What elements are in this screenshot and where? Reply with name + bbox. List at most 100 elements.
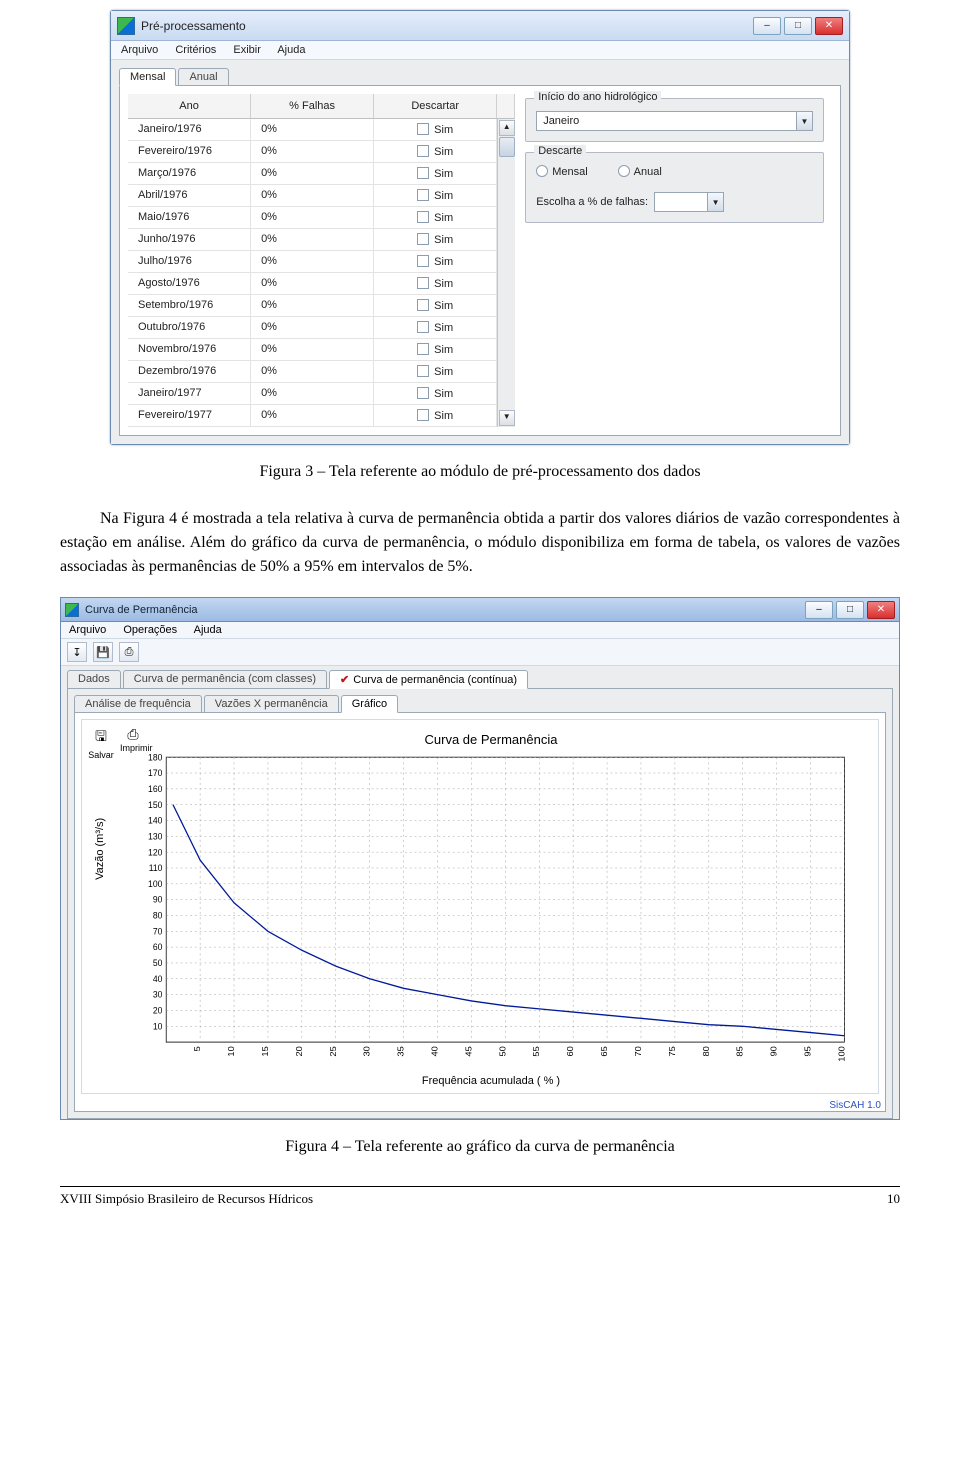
menubar: Arquivo Critérios Exibir Ajuda bbox=[111, 41, 849, 60]
table-cell-pct: 0% bbox=[251, 185, 374, 207]
scrollbar[interactable]: ▲▼ bbox=[497, 119, 515, 427]
tab-dados[interactable]: Dados bbox=[67, 670, 121, 689]
menu-arquivo[interactable]: Arquivo bbox=[69, 624, 106, 636]
checkbox-icon[interactable] bbox=[417, 189, 429, 201]
window-title: Pré-processamento bbox=[141, 19, 753, 33]
menu-operacoes[interactable]: Operações bbox=[123, 624, 177, 636]
svg-text:80: 80 bbox=[701, 1046, 711, 1056]
checkbox-icon[interactable] bbox=[417, 145, 429, 157]
table-cell-discard[interactable]: Sim bbox=[374, 405, 497, 427]
minimize-button[interactable]: – bbox=[805, 601, 833, 619]
table-cell-discard[interactable]: Sim bbox=[374, 163, 497, 185]
checkbox-icon[interactable] bbox=[417, 299, 429, 311]
table-cell-discard[interactable]: Sim bbox=[374, 273, 497, 295]
radio-anual[interactable]: Anual bbox=[618, 165, 662, 178]
tab-mensal[interactable]: Mensal bbox=[119, 68, 176, 86]
svg-text:100: 100 bbox=[148, 879, 162, 889]
col-ano[interactable]: Ano bbox=[128, 94, 251, 119]
table-cell-discard[interactable]: Sim bbox=[374, 361, 497, 383]
menu-ajuda[interactable]: Ajuda bbox=[277, 44, 305, 56]
minimize-button[interactable]: – bbox=[753, 17, 781, 35]
table-cell-pct: 0% bbox=[251, 207, 374, 229]
scroll-thumb[interactable] bbox=[499, 137, 515, 157]
table-cell-discard[interactable]: Sim bbox=[374, 317, 497, 339]
combo-mes-inicio[interactable]: Janeiro ▼ bbox=[536, 111, 813, 131]
checkbox-icon[interactable] bbox=[417, 211, 429, 223]
menu-arquivo[interactable]: Arquivo bbox=[121, 44, 158, 56]
table-cell-discard[interactable]: Sim bbox=[374, 119, 497, 141]
svg-text:40: 40 bbox=[153, 974, 163, 984]
table-cell-discard[interactable]: Sim bbox=[374, 251, 497, 273]
tool-print-icon[interactable]: ⎙ bbox=[119, 642, 139, 662]
table-cell-discard[interactable]: Sim bbox=[374, 141, 497, 163]
plot-save-button[interactable]: 🖫Salvar bbox=[88, 726, 114, 760]
tab-curva-continua[interactable]: Curva de permanência (contínua) bbox=[329, 670, 528, 689]
svg-text:50: 50 bbox=[153, 958, 163, 968]
svg-text:45: 45 bbox=[464, 1046, 474, 1056]
col-descartar[interactable]: Descartar bbox=[374, 94, 497, 119]
table-cell-pct: 0% bbox=[251, 141, 374, 163]
tab-vazoes-x-perm[interactable]: Vazões X permanência bbox=[204, 695, 339, 713]
footer-rule bbox=[60, 1186, 900, 1187]
tab-grafico[interactable]: Gráfico bbox=[341, 695, 398, 713]
checkbox-label: Sim bbox=[434, 124, 453, 136]
col-falhas[interactable]: % Falhas bbox=[251, 94, 374, 119]
menu-exibir[interactable]: Exibir bbox=[233, 44, 261, 56]
checkbox-icon[interactable] bbox=[417, 167, 429, 179]
tab-anual[interactable]: Anual bbox=[178, 68, 228, 86]
curve-window: Curva de Permanência – □ ✕ Arquivo Opera… bbox=[60, 597, 900, 1120]
checkbox-icon[interactable] bbox=[417, 277, 429, 289]
svg-text:25: 25 bbox=[328, 1046, 338, 1056]
preprocessing-window: Pré-processamento – □ ✕ Arquivo Critério… bbox=[110, 10, 850, 445]
toolbar: ↧ 💾 ⎙ bbox=[61, 639, 899, 666]
checkbox-icon[interactable] bbox=[417, 321, 429, 333]
table-cell-discard[interactable]: Sim bbox=[374, 383, 497, 405]
menu-ajuda[interactable]: Ajuda bbox=[194, 624, 222, 636]
checkbox-icon[interactable] bbox=[417, 343, 429, 355]
menu-criterios[interactable]: Critérios bbox=[175, 44, 216, 56]
checkbox-icon[interactable] bbox=[417, 365, 429, 377]
combo-pct-falhas[interactable]: ▼ bbox=[654, 192, 724, 212]
tab-curva-classes[interactable]: Curva de permanência (com classes) bbox=[123, 670, 327, 689]
scroll-up-icon[interactable]: ▲ bbox=[499, 120, 515, 136]
table-cell-discard[interactable]: Sim bbox=[374, 229, 497, 251]
maximize-button[interactable]: □ bbox=[836, 601, 864, 619]
checkbox-icon[interactable] bbox=[417, 255, 429, 267]
tool-exit-icon[interactable]: ↧ bbox=[67, 642, 87, 662]
chevron-down-icon[interactable]: ▼ bbox=[707, 193, 723, 211]
table-cell-month: Junho/1976 bbox=[128, 229, 251, 251]
close-button[interactable]: ✕ bbox=[867, 601, 895, 619]
table-cell-discard[interactable]: Sim bbox=[374, 185, 497, 207]
table-cell-discard[interactable]: Sim bbox=[374, 295, 497, 317]
checkbox-label: Sim bbox=[434, 212, 453, 224]
checkbox-icon[interactable] bbox=[417, 409, 429, 421]
svg-text:85: 85 bbox=[735, 1046, 745, 1056]
maximize-button[interactable]: □ bbox=[784, 17, 812, 35]
group-descarte: Descarte Mensal Anual Escolha a % de fal… bbox=[525, 152, 824, 223]
checkbox-icon[interactable] bbox=[417, 233, 429, 245]
titlebar: Curva de Permanência – □ ✕ bbox=[61, 598, 899, 622]
data-grid: Ano % Falhas Descartar Janeiro/19760%Sim… bbox=[128, 94, 515, 427]
table-cell-pct: 0% bbox=[251, 251, 374, 273]
print-icon: ⎙ bbox=[120, 726, 146, 743]
svg-text:90: 90 bbox=[153, 894, 163, 904]
svg-text:20: 20 bbox=[153, 1005, 163, 1015]
tool-save-icon[interactable]: 💾 bbox=[93, 642, 113, 662]
table-cell-pct: 0% bbox=[251, 119, 374, 141]
svg-text:5: 5 bbox=[192, 1046, 202, 1051]
checkbox-icon[interactable] bbox=[417, 387, 429, 399]
checkbox-label: Sim bbox=[434, 410, 453, 422]
table-cell-discard[interactable]: Sim bbox=[374, 207, 497, 229]
table-cell-discard[interactable]: Sim bbox=[374, 339, 497, 361]
checkbox-icon[interactable] bbox=[417, 123, 429, 135]
chevron-down-icon[interactable]: ▼ bbox=[796, 112, 812, 130]
svg-text:40: 40 bbox=[430, 1046, 440, 1056]
scroll-down-icon[interactable]: ▼ bbox=[499, 410, 515, 426]
radio-mensal[interactable]: Mensal bbox=[536, 165, 587, 178]
table-cell-pct: 0% bbox=[251, 317, 374, 339]
table-cell-month: Fevereiro/1977 bbox=[128, 405, 251, 427]
svg-text:70: 70 bbox=[633, 1046, 643, 1056]
tab-analise-freq[interactable]: Análise de frequência bbox=[74, 695, 202, 713]
close-button[interactable]: ✕ bbox=[815, 17, 843, 35]
table-cell-month: Novembro/1976 bbox=[128, 339, 251, 361]
